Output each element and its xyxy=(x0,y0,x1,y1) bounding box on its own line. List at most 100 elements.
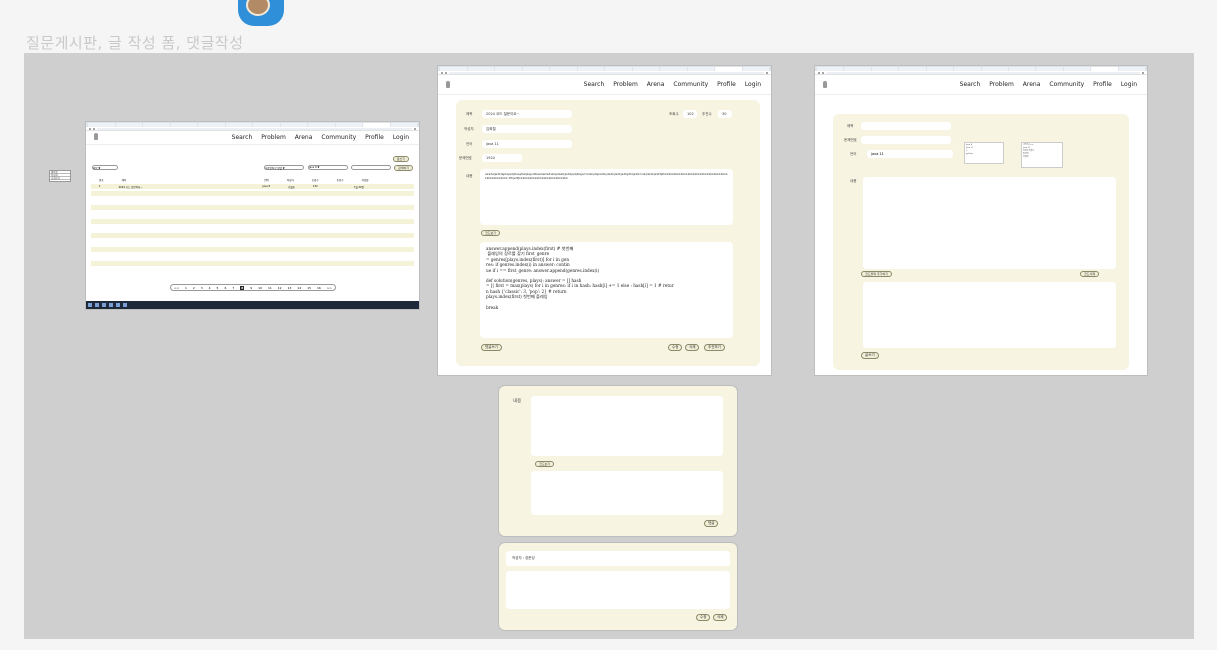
lang-select[interactable]: java 11 xyxy=(867,150,953,158)
nav-profile[interactable]: Profile xyxy=(717,81,736,88)
title-input[interactable] xyxy=(861,122,951,130)
dropdown-option[interactable]: 코틀린 xyxy=(1023,156,1061,159)
code-view-button[interactable]: 코드보기 xyxy=(481,230,501,236)
app-icon[interactable] xyxy=(123,303,127,307)
page-link[interactable]: 4 xyxy=(209,286,211,290)
code-block: answer.append(plays.index(first) # 첫번째 플… xyxy=(480,242,733,338)
content-label: 내용 xyxy=(513,399,522,404)
submit-button[interactable]: 글쓰기 xyxy=(861,352,879,359)
filter-select[interactable]: 사용언어로 정렬 ▼ xyxy=(264,165,304,170)
page-link[interactable]: 6 xyxy=(224,286,226,290)
nav-arena[interactable]: Arena xyxy=(1023,81,1041,88)
table-row[interactable] xyxy=(91,261,414,266)
problem-input[interactable] xyxy=(861,136,951,144)
write-button[interactable]: 글쓰기 xyxy=(392,156,409,162)
page-link[interactable]: 1 xyxy=(185,286,187,290)
page-link[interactable]: 12 xyxy=(278,286,282,290)
nav-profile[interactable]: Profile xyxy=(365,134,384,141)
language-select[interactable]: Java 8 ▼ xyxy=(308,165,348,170)
code-textarea[interactable] xyxy=(863,282,1116,348)
page-link[interactable]: 3 xyxy=(201,286,203,290)
author-label: 작성자 xyxy=(464,127,474,131)
page-link[interactable]: 7 xyxy=(232,286,234,290)
nav-problem[interactable]: Problem xyxy=(989,81,1014,88)
page-link-active[interactable]: 8 xyxy=(240,285,245,290)
page-link[interactable]: 10 xyxy=(258,286,262,290)
nav-problem[interactable]: Problem xyxy=(613,81,638,88)
like-button[interactable]: 추천하기 xyxy=(704,344,725,351)
table-row[interactable] xyxy=(91,240,414,245)
problem-field: 1924 xyxy=(482,154,522,162)
col-header: 번호 xyxy=(99,178,104,182)
delete-button[interactable]: 삭제 xyxy=(685,344,700,351)
comment-delete-button[interactable]: 삭제 xyxy=(713,614,728,621)
table-row[interactable] xyxy=(91,254,414,259)
dropdown-option[interactable]: python xyxy=(966,153,1002,156)
page-link[interactable]: 14 xyxy=(297,286,301,290)
page-link[interactable]: 11 xyxy=(268,286,272,290)
code-view-button[interactable]: 코드보기 xyxy=(535,461,555,467)
lang-dropdown[interactable]: java 8 java 11 C python xyxy=(964,142,1004,164)
table-row[interactable] xyxy=(91,191,414,196)
nav-login[interactable]: Login xyxy=(1121,81,1137,88)
profile-logo-avatar xyxy=(238,0,284,26)
comment-view-frame: 작성자 : 장준성 수정 삭제 xyxy=(499,543,737,630)
col-header: 추천수 xyxy=(336,178,344,182)
comment-textarea[interactable] xyxy=(531,396,723,456)
comment-write-button[interactable]: 댓글쓰기 xyxy=(481,344,502,351)
post-detail-frame: Search Problem Arena Community Profile L… xyxy=(438,66,771,375)
nav-community[interactable]: Community xyxy=(673,81,708,88)
nav-arena[interactable]: Arena xyxy=(295,134,313,141)
cell: 7월 22일 xyxy=(353,185,364,189)
windows-icon[interactable] xyxy=(88,303,92,307)
table-row[interactable] xyxy=(91,233,414,238)
nav-community[interactable]: Community xyxy=(1049,81,1084,88)
comment-edit-button[interactable]: 수정 xyxy=(696,614,711,621)
nav-search[interactable]: Search xyxy=(960,81,981,88)
page-prev[interactable]: << xyxy=(174,286,179,290)
nav-login[interactable]: Login xyxy=(745,81,761,88)
code-line: break xyxy=(486,304,499,310)
edit-button[interactable]: 수정 xyxy=(668,344,683,351)
nav-arena[interactable]: Arena xyxy=(647,81,665,88)
table-row[interactable] xyxy=(91,226,414,231)
nav-search[interactable]: Search xyxy=(584,81,605,88)
nav-problem[interactable]: Problem xyxy=(261,134,286,141)
page-link[interactable]: 16 xyxy=(317,286,321,290)
page-link[interactable]: 9 xyxy=(250,286,252,290)
table-row[interactable]: 1 2024 코드 질문이요~ java 8 김철호 152 7월 22일 xyxy=(91,184,414,189)
nav-profile[interactable]: Profile xyxy=(1093,81,1112,88)
comment-submit-button[interactable]: 댓글 xyxy=(704,520,719,527)
table-row[interactable] xyxy=(91,219,414,224)
content-textarea[interactable] xyxy=(863,177,1116,269)
table-row[interactable] xyxy=(91,247,414,252)
views-value: 102 xyxy=(683,110,697,118)
app-icon[interactable] xyxy=(102,303,106,307)
app-icon[interactable] xyxy=(116,303,120,307)
lang-dropdown-expanded[interactable]: C언어/C++ java 11 자바스크립트 파이썬 코틀린 xyxy=(1021,142,1063,168)
table-row[interactable] xyxy=(91,212,414,217)
page-link[interactable]: 13 xyxy=(288,286,292,290)
table-row[interactable] xyxy=(91,205,414,210)
search-button[interactable]: 검색하기 xyxy=(394,165,414,171)
nav-login[interactable]: Login xyxy=(393,134,409,141)
col-header: 조회수 xyxy=(311,178,319,182)
nav-search[interactable]: Search xyxy=(232,134,253,141)
nav-community[interactable]: Community xyxy=(321,134,356,141)
app-icon[interactable] xyxy=(95,303,99,307)
search-input[interactable] xyxy=(351,165,391,170)
table-row[interactable] xyxy=(91,198,414,203)
page-title: 질문게시판, 글 작성 폼, 댓글작성 xyxy=(26,34,244,52)
write-panel: 제목 문제번호 언어 java 11 java 8 java 11 C pyth… xyxy=(833,114,1129,370)
code-delete-button[interactable]: 코드삭제 xyxy=(1080,271,1100,277)
page-link[interactable]: 5 xyxy=(217,286,219,290)
page-link[interactable]: 15 xyxy=(307,286,311,290)
page-next[interactable]: >> xyxy=(327,286,332,290)
os-taskbar xyxy=(86,301,419,309)
code-textarea[interactable] xyxy=(531,471,723,515)
sort-select[interactable]: 제목 ▼ xyxy=(92,165,118,170)
code-add-button[interactable]: 코드블럭 추가하기 xyxy=(861,271,893,277)
page-link[interactable]: 2 xyxy=(193,286,195,290)
cell: 2024 코드 질문이요~ xyxy=(118,185,143,189)
app-icon[interactable] xyxy=(109,303,113,307)
